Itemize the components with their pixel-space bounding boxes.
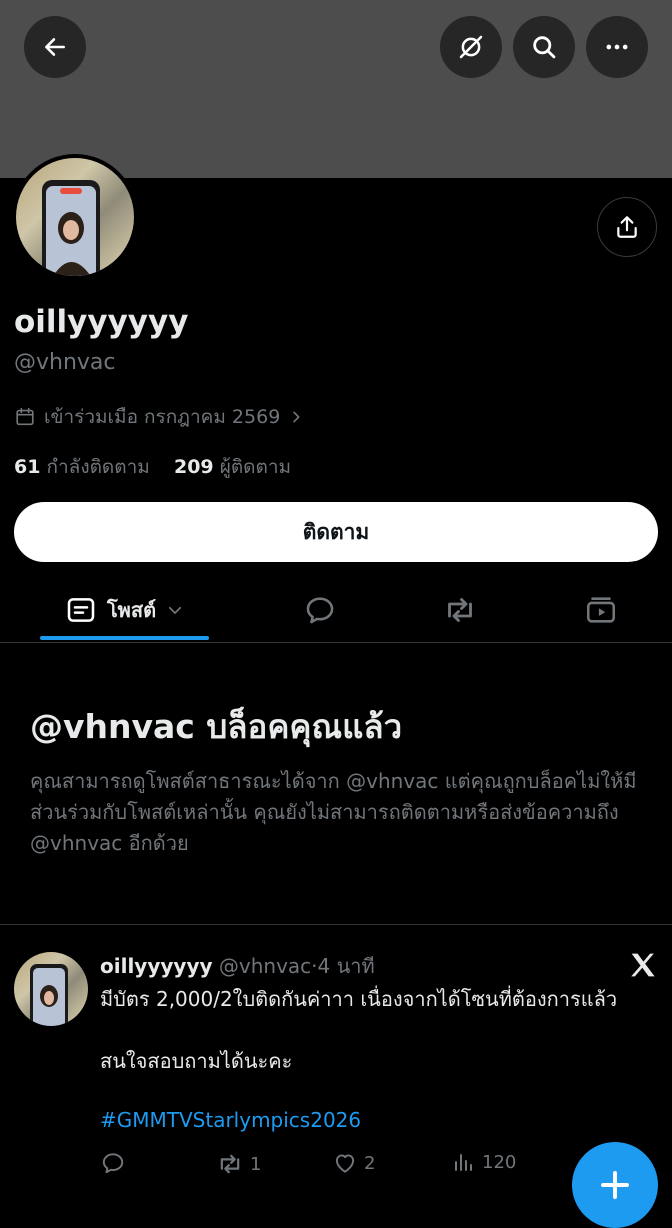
- tab-reposts[interactable]: [425, 580, 495, 640]
- reply-icon: [100, 1150, 126, 1176]
- avatar-image: [16, 158, 134, 276]
- tab-active-indicator: [40, 636, 209, 640]
- following-count: 61: [14, 456, 41, 478]
- post-header: oillyyyyyy @vhnvac·4 นาที: [100, 950, 375, 982]
- calendar-icon: [14, 406, 36, 428]
- blocked-title: @vhnvac บล็อคคุณแล้ว: [30, 707, 403, 746]
- post-time[interactable]: 4 นาที: [318, 954, 375, 978]
- post-avatar[interactable]: [14, 952, 88, 1026]
- repost-action[interactable]: 1: [216, 1150, 261, 1178]
- profile-handle: @vhnvac: [14, 350, 116, 375]
- tab-posts[interactable]: โพสต์: [40, 580, 209, 640]
- repost-icon: [216, 1150, 244, 1178]
- joined-label: เข้าร่วมเมือ กรกฎาคม 2569: [44, 406, 281, 428]
- tab-posts-label: โพสต์: [106, 598, 157, 622]
- followers-count: 209: [173, 456, 214, 478]
- like-action[interactable]: 2: [332, 1150, 375, 1176]
- more-button[interactable]: [586, 16, 648, 78]
- search-icon: [530, 33, 558, 61]
- following-link[interactable]: 61 กำลังติดตาม: [14, 456, 150, 478]
- post-text: มีบัตร 2,000/2ใบติดกันค่าาา เนื่องจากได้…: [100, 987, 618, 1073]
- following-label: กำลังติดตาม: [46, 456, 150, 478]
- reposts-icon: [442, 592, 478, 628]
- post-actions: 1 2 120: [100, 1150, 620, 1184]
- views-action[interactable]: 120: [452, 1150, 516, 1174]
- plus-icon: [597, 1167, 633, 1203]
- follow-button[interactable]: ติดตาม: [14, 502, 658, 562]
- media-icon: [584, 593, 618, 627]
- tab-media[interactable]: [566, 580, 636, 640]
- more-icon: [603, 33, 631, 61]
- repost-count: 1: [250, 1153, 262, 1175]
- views-count: 120: [482, 1151, 517, 1173]
- joined-date[interactable]: เข้าร่วมเมือ กรกฎาคม 2569: [14, 402, 304, 432]
- hide-button[interactable]: [440, 16, 502, 78]
- profile-tabs: โพสต์: [0, 580, 672, 643]
- posts-icon: [65, 594, 97, 626]
- followers-link[interactable]: 209 ผู้ติดตาม: [174, 456, 291, 478]
- x-logo-icon: [626, 948, 660, 982]
- reply-action[interactable]: [100, 1150, 126, 1176]
- heart-icon: [332, 1150, 358, 1176]
- search-button[interactable]: [513, 16, 575, 78]
- share-icon: [614, 214, 640, 240]
- arrow-left-icon: [42, 34, 68, 60]
- compose-button[interactable]: [572, 1142, 658, 1228]
- share-button[interactable]: [597, 197, 657, 257]
- chevron-down-icon: [166, 601, 184, 619]
- hide-icon: [456, 32, 486, 62]
- blocked-description: คุณสามารถดูโพสต์สาธารณะได้จาก @vhnvac แต…: [30, 769, 637, 855]
- post-author-handle[interactable]: @vhnvac: [219, 954, 311, 978]
- replies-icon: [303, 593, 337, 627]
- views-icon: [452, 1150, 476, 1174]
- follow-counts: 61 กำลังติดตาม 209 ผู้ติดตาม: [14, 452, 291, 482]
- like-count: 2: [364, 1152, 376, 1174]
- post-hashtag[interactable]: #GMMTVStarlympics2026: [100, 1108, 361, 1132]
- tab-replies[interactable]: [285, 580, 355, 640]
- followers-label: ผู้ติดตาม: [219, 456, 292, 478]
- back-button[interactable]: [24, 16, 86, 78]
- section-divider: [0, 924, 672, 925]
- profile-display-name: oillyyyyyy: [14, 304, 189, 340]
- profile-banner[interactable]: [0, 0, 672, 178]
- post-author-name[interactable]: oillyyyyyy: [100, 954, 213, 978]
- chevron-right-icon: [288, 409, 304, 425]
- profile-avatar[interactable]: [12, 154, 138, 280]
